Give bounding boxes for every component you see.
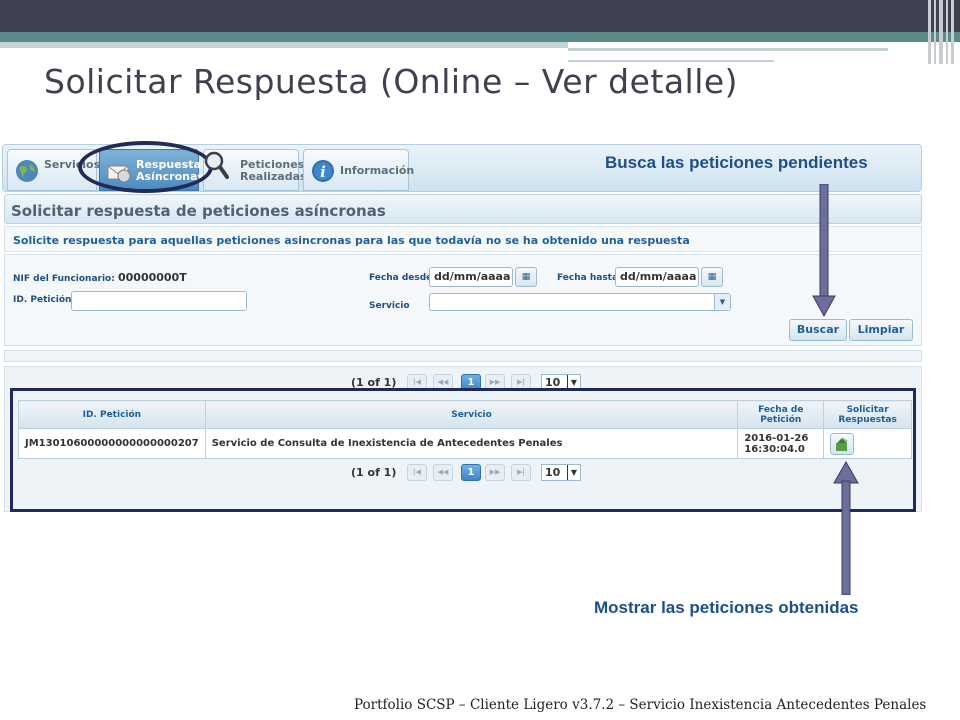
nif-value: 00000000T (117, 271, 187, 284)
calendar-button[interactable]: ▦ (515, 267, 537, 287)
servicio-label: Servicio (369, 301, 410, 311)
slide-light-band (0, 42, 568, 48)
chevron-down-icon: ▼ (714, 294, 730, 310)
slide-footer: Portfolio SCSP – Cliente Ligero v3.7.2 –… (354, 697, 927, 713)
limpiar-button[interactable]: Limpiar (849, 319, 913, 341)
fecha-desde-input[interactable]: dd/mm/aaaa (429, 267, 513, 287)
fecha-hasta-input[interactable]: dd/mm/aaaa (615, 267, 699, 287)
calendar-button[interactable]: ▦ (701, 267, 723, 287)
buscar-button[interactable]: Buscar (789, 319, 847, 341)
fecha-hasta-label: Fecha hasta (557, 273, 619, 283)
info-message: Solicite respuesta para aquellas peticio… (4, 226, 922, 252)
arrow-down-icon (812, 184, 836, 318)
id-peticion-label: ID. Petición (13, 295, 72, 305)
search-form: NIF del Funcionario: 00000000T ID. Petic… (4, 254, 922, 346)
globe-icon (16, 160, 38, 182)
slide-line (568, 48, 888, 51)
section-title: Solicitar respuesta de peticiones asíncr… (4, 194, 922, 224)
arrow-up-icon (833, 461, 859, 595)
calendar-icon: ▦ (707, 272, 717, 282)
fecha-desde-label: Fecha desde (369, 273, 433, 283)
magnifier-icon (204, 151, 229, 179)
svg-text:i: i (320, 163, 326, 181)
slide-teal-band (0, 32, 960, 42)
nif-label: NIF del Funcionario: 00000000T (13, 271, 187, 284)
results-annotation: Mostrar las peticiones obtenidas (594, 598, 859, 617)
slide-title: Solicitar Respuesta (Online – Ver detall… (44, 62, 739, 101)
separator (4, 350, 922, 362)
tab-label: Información (340, 164, 415, 177)
highlight-circle (78, 141, 213, 193)
calendar-icon: ▦ (521, 272, 531, 282)
info-icon: i (312, 160, 334, 182)
slide-corner-decoration (926, 0, 960, 64)
servicio-select[interactable]: ▼ (429, 293, 731, 311)
search-annotation: Busca las peticiones pendientes (605, 153, 868, 172)
slide-top-band (0, 0, 960, 32)
tab-label: Peticiones Realizadas (240, 158, 307, 183)
results-highlight-frame (10, 388, 916, 512)
tab-informacion[interactable]: i Información (303, 149, 414, 191)
id-peticion-input[interactable] (71, 291, 247, 311)
